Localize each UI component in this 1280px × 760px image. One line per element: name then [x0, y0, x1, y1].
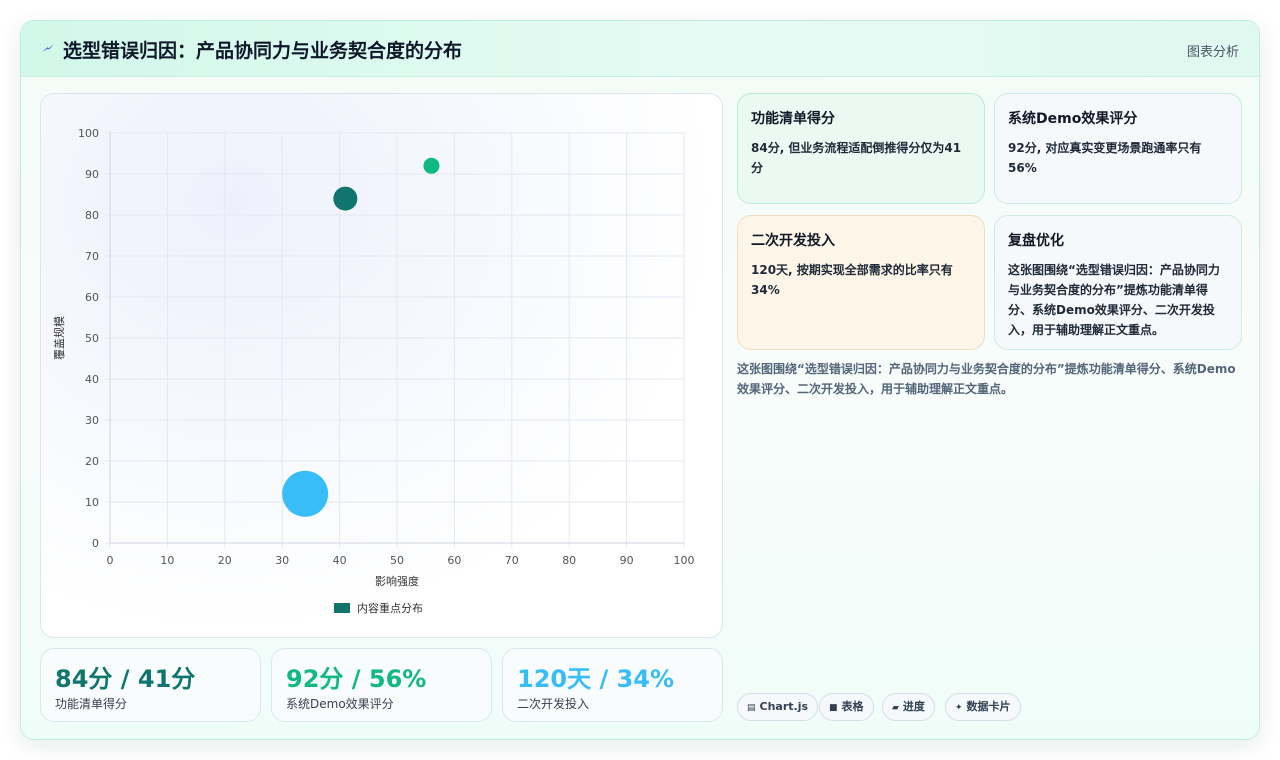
stat-label: 系统Demo效果评分	[286, 697, 394, 711]
info-card-title: 二次开发投入	[751, 233, 835, 249]
sparkle-icon: ✦	[955, 703, 963, 713]
y-tick-label: 80	[85, 209, 99, 222]
chart-panel: 0 10 20 30 40 50 60 70 80 90 100 0 10 20 30 40 50 60 70 80 9…	[40, 93, 723, 638]
x-tick-label: 0	[107, 554, 114, 567]
x-axis-title: 影响强度	[375, 574, 419, 588]
y-tick-label: 10	[85, 496, 99, 509]
y-tick-label: 70	[85, 250, 99, 263]
y-tick-label: 30	[85, 414, 99, 427]
y-axis-title: 覆盖规模	[52, 316, 66, 360]
info-card-features: 功能清单得分 84分, 但业务流程适配倒推得分仅为41分	[737, 93, 985, 204]
y-tick-label: 50	[85, 332, 99, 345]
y-tick-label: 100	[78, 127, 99, 140]
x-tick-label: 70	[505, 554, 519, 567]
legend-swatch[interactable]	[334, 603, 350, 613]
info-card-body: 84分, 但业务流程适配倒推得分仅为41分	[751, 141, 962, 175]
tag-table[interactable]: ■ 表格	[819, 693, 874, 721]
tag-data-card[interactable]: ✦ 数据卡片	[945, 693, 1021, 721]
table-icon: ■	[829, 703, 838, 713]
x-tick-label: 20	[218, 554, 232, 567]
x-tick-label: 30	[275, 554, 289, 567]
x-tick-label: 10	[160, 554, 174, 567]
stat-value: 84分 / 41分	[55, 665, 196, 693]
page-title: 选型错误归因：产品协同力与业务契合度的分布	[63, 40, 463, 62]
info-card-body: 120天, 按期实现全部需求的比率只有34%	[751, 263, 953, 297]
info-card-title: 功能清单得分	[751, 111, 835, 127]
scatter-chart: 0 10 20 30 40 50 60 70 80 90 100 0 10 20 30 40 50 60 70 80 9…	[52, 127, 695, 615]
y-tick-label: 0	[92, 537, 99, 550]
info-card-body: 这张图围绕“选型错误归因：产品协同力与业务契合度的分布”提炼功能清单得分、系统D…	[1008, 263, 1220, 337]
stat-card-features: 84分 / 41分 功能清单得分	[40, 648, 261, 722]
stat-label: 功能清单得分	[55, 697, 128, 711]
y-tick-label: 40	[85, 373, 99, 386]
x-tick-label: 50	[390, 554, 404, 567]
data-point[interactable]	[282, 470, 329, 517]
tag-progress[interactable]: ▰ 进度	[882, 693, 935, 721]
chart-icon: ▤	[747, 703, 756, 713]
legend-label[interactable]: 内容重点分布	[357, 601, 423, 615]
y-tick-label: 90	[85, 168, 99, 181]
y-tick-label: 20	[85, 455, 99, 468]
lightning-icon	[42, 44, 54, 52]
stat-value: 92分 / 56%	[286, 665, 427, 693]
info-card-body: 92分, 对应真实变更场景跑通率只有56%	[1008, 141, 1202, 175]
progress-icon: ▰	[892, 703, 899, 713]
stat-card-dev: 120天 / 34% 二次开发投入	[502, 648, 723, 722]
tag-label: 进度	[902, 700, 925, 713]
summary-text: 这张图围绕“选型错误归因：产品协同力与业务契合度的分布”提炼功能清单得分、系统D…	[737, 362, 1236, 396]
info-card-title: 系统Demo效果评分	[1008, 111, 1138, 127]
y-tick-label: 60	[85, 291, 99, 304]
stat-card-demo: 92分 / 56% 系统Demo效果评分	[271, 648, 492, 722]
x-tick-label: 60	[447, 554, 461, 567]
data-point[interactable]	[333, 186, 358, 211]
header: 选型错误归因：产品协同力与业务契合度的分布 图表分析	[21, 21, 1259, 77]
x-tick-label: 100	[674, 554, 695, 567]
x-tick-label: 40	[333, 554, 347, 567]
stat-value: 120天 / 34%	[517, 665, 675, 693]
info-card-dev: 二次开发投入 120天, 按期实现全部需求的比率只有34%	[737, 215, 985, 350]
x-tick-label: 80	[562, 554, 576, 567]
stat-label: 二次开发投入	[517, 697, 590, 711]
tag-label: 数据卡片	[966, 700, 1011, 713]
info-card-demo: 系统Demo效果评分 92分, 对应真实变更场景跑通率只有56%	[994, 93, 1242, 204]
info-card-review: 复盘优化 这张图围绕“选型错误归因：产品协同力与业务契合度的分布”提炼功能清单得…	[994, 215, 1242, 350]
main-card: 选型错误归因：产品协同力与业务契合度的分布 图表分析 0 10 20 30 40 50 60…	[20, 20, 1260, 740]
tag-label: Chart.js	[759, 700, 809, 713]
header-tag: 图表分析	[1186, 45, 1239, 60]
data-point[interactable]	[423, 157, 440, 174]
tag-label: 表格	[841, 700, 864, 713]
info-card-title: 复盘优化	[1008, 233, 1064, 249]
x-tick-label: 90	[620, 554, 634, 567]
tag-chartjs[interactable]: ▤ Chart.js	[737, 693, 819, 721]
